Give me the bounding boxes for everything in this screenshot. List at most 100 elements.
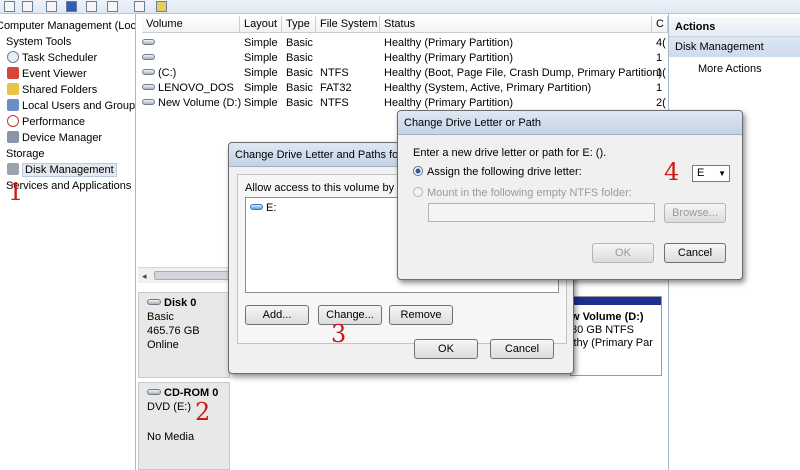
- volume-cell: [142, 51, 158, 66]
- column-header-type[interactable]: Type: [282, 16, 316, 33]
- disk0-label[interactable]: Disk 0 Basic 465.76 GB Online: [138, 292, 230, 378]
- partition-name: w Volume (D:): [571, 311, 644, 323]
- assign-drive-letter-option[interactable]: Assign the following drive letter:: [413, 166, 582, 178]
- disk-wizard-icon[interactable]: [156, 1, 167, 12]
- capacity-cell: 4(: [656, 37, 666, 49]
- layout-cell: Simple: [244, 97, 278, 109]
- tree-item-device-manager[interactable]: Device Manager: [7, 130, 102, 146]
- tree-item-computer-management[interactable]: Computer Management (Local: [0, 18, 135, 34]
- tree-item-local-users[interactable]: Local Users and Groups: [7, 98, 136, 114]
- disk0-state: Online: [147, 339, 179, 351]
- add-button[interactable]: Add...: [245, 305, 309, 325]
- tree-item-storage[interactable]: Storage: [6, 146, 45, 162]
- up-folder-icon[interactable]: [46, 1, 57, 12]
- properties-icon[interactable]: [86, 1, 97, 12]
- status-cell: Healthy (Primary Partition): [384, 97, 513, 109]
- column-header-volume[interactable]: Volume: [142, 16, 240, 33]
- chevron-down-icon: ▼: [718, 169, 726, 178]
- table-row[interactable]: Simple Basic Healthy (Primary Partition)…: [138, 36, 668, 51]
- column-header-layout[interactable]: Layout: [240, 16, 282, 33]
- table-row[interactable]: New Volume (D:) Simple Basic NTFS Health…: [138, 96, 668, 111]
- tree-item-label: Services and Applications: [6, 180, 132, 192]
- tree-item-label: Shared Folders: [22, 84, 98, 96]
- type-cell: Basic: [286, 97, 313, 109]
- drive-icon: [250, 204, 263, 210]
- tree-item-label: Storage: [6, 148, 45, 160]
- column-header-file-system[interactable]: File System: [316, 16, 380, 33]
- capacity-cell: 1: [656, 52, 663, 64]
- volume-cell: (C:): [142, 66, 176, 81]
- change-button[interactable]: Change...: [318, 305, 382, 325]
- layout-cell: Simple: [244, 67, 278, 79]
- list-item[interactable]: E:: [250, 202, 276, 214]
- tree-item-task-scheduler[interactable]: Task Scheduler: [7, 50, 97, 66]
- capacity-cell: 2(: [656, 97, 666, 109]
- radio-selected-icon[interactable]: [413, 166, 423, 176]
- cdrom-icon: [147, 389, 161, 395]
- actions-section-disk-management[interactable]: Disk Management: [669, 37, 800, 57]
- dialog-title: Change Drive Letter or Path: [398, 111, 742, 135]
- tree-item-performance[interactable]: Performance: [7, 114, 85, 130]
- scroll-left-arrow-icon[interactable]: ◂: [142, 271, 147, 282]
- partition-size: 80 GB NTFS: [571, 324, 634, 336]
- tree-item-label: System Tools: [6, 36, 72, 48]
- clock-icon: [7, 51, 19, 63]
- tree-item-label: Device Manager: [22, 132, 103, 144]
- tree-item-label: Performance: [22, 116, 85, 128]
- actions-header: Actions: [669, 17, 800, 37]
- browse-button[interactable]: Browse...: [664, 203, 726, 223]
- hard-disk-icon: [147, 299, 161, 305]
- radio-unselected-icon[interactable]: [413, 187, 423, 197]
- back-icon[interactable]: [4, 1, 15, 12]
- tree-item-label: Event Viewer: [22, 68, 87, 80]
- drive-icon: [142, 99, 155, 105]
- folder-path-input[interactable]: [428, 203, 655, 222]
- disk0-name: Disk 0: [164, 297, 197, 309]
- device-manager-icon: [7, 131, 19, 143]
- drive-icon: [142, 39, 155, 45]
- column-header-status[interactable]: Status: [380, 16, 652, 33]
- partition-status: lthy (Primary Par: [571, 337, 653, 349]
- ok-button[interactable]: OK: [414, 339, 478, 359]
- drive-letter-select[interactable]: E ▼: [692, 165, 730, 182]
- mount-folder-option[interactable]: Mount in the following empty NTFS folder…: [413, 187, 632, 199]
- tree-item-label: Local Users and Groups: [22, 100, 136, 112]
- show-hide-tree-icon[interactable]: [66, 1, 77, 12]
- layout-cell: Simple: [244, 37, 278, 49]
- table-row[interactable]: LENOVO_DOS Simple Basic FAT32 Healthy (S…: [138, 81, 668, 96]
- type-cell: Basic: [286, 52, 313, 64]
- remove-button[interactable]: Remove: [389, 305, 453, 325]
- disk0-type: Basic: [147, 311, 174, 323]
- type-cell: Basic: [286, 82, 313, 94]
- table-row[interactable]: Simple Basic Healthy (Primary Partition)…: [138, 51, 668, 66]
- tree-item-label: Task Scheduler: [22, 52, 98, 64]
- console-tree: Computer Management (Local System Tools …: [0, 14, 136, 470]
- more-actions-link[interactable]: More Actions: [669, 59, 800, 79]
- tree-item-shared-folders[interactable]: Shared Folders: [7, 82, 97, 98]
- users-icon: [7, 99, 19, 111]
- partition-bar: [571, 297, 661, 305]
- capacity-cell: 1(: [656, 67, 666, 79]
- cancel-button[interactable]: Cancel: [490, 339, 554, 359]
- toolbar: [0, 0, 800, 14]
- tree-item-system-tools[interactable]: System Tools: [6, 34, 71, 50]
- cdrom0-label[interactable]: CD-ROM 0 DVD (E:) No Media: [138, 382, 230, 470]
- layout-cell: Simple: [244, 52, 278, 64]
- cancel-button[interactable]: Cancel: [664, 243, 726, 263]
- forward-icon[interactable]: [22, 1, 33, 12]
- drive-icon: [142, 84, 155, 90]
- partition-new-volume-d[interactable]: w Volume (D:) 80 GB NTFS lthy (Primary P…: [570, 296, 662, 376]
- tree-item-services-applications[interactable]: Services and Applications: [6, 178, 131, 194]
- status-cell: Healthy (System, Active, Primary Partiti…: [384, 82, 592, 94]
- tree-item-event-viewer[interactable]: Event Viewer: [7, 66, 87, 82]
- layout-cell: Simple: [244, 82, 278, 94]
- ok-button[interactable]: OK: [592, 243, 654, 263]
- help-icon[interactable]: [107, 1, 118, 12]
- column-header-capacity[interactable]: C: [652, 16, 668, 33]
- tree-item-disk-management[interactable]: Disk Management: [7, 162, 117, 178]
- tree-item-label: Disk Management: [22, 163, 117, 177]
- fs-cell: FAT32: [320, 82, 352, 94]
- annotation-number-4: 4: [664, 158, 680, 186]
- table-row[interactable]: (C:) Simple Basic NTFS Healthy (Boot, Pa…: [138, 66, 668, 81]
- export-list-icon[interactable]: [134, 1, 145, 12]
